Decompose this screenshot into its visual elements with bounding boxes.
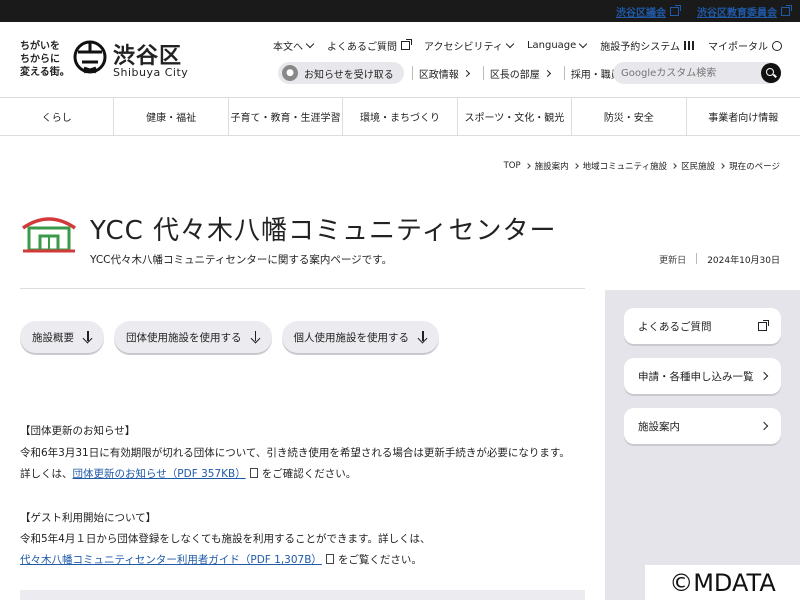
search-icon[interactable]: [761, 63, 781, 83]
arrow-down-icon: [252, 331, 260, 343]
nav-environment-town[interactable]: 環境・まちづくり: [342, 98, 456, 135]
divider: [696, 253, 698, 264]
sidebar-facility-guide-button[interactable]: 施設案内: [624, 408, 781, 444]
chevron-down-icon: [305, 39, 315, 49]
anchor-overview-button[interactable]: 施設概要: [20, 321, 104, 353]
language-menu[interactable]: Language: [527, 39, 588, 51]
mayor-room-link[interactable]: 区長の部屋: [482, 66, 556, 81]
page-title: YCC 代々木八幡コミュニティセンター: [90, 216, 557, 246]
breadcrumb-community[interactable]: 地域コミュニティ施設: [583, 160, 668, 172]
accessibility-menu[interactable]: アクセシビリティ: [424, 38, 515, 53]
breadcrumb-top[interactable]: TOP: [504, 161, 521, 171]
user-guide-pdf-link[interactable]: 代々木八幡コミュニティセンター利用者ガイド（PDF 1,307B）: [20, 554, 322, 566]
notice-text: 令和6年3月31日に有効期限が切れる団体について、引き続き使用を希望される場合は…: [20, 447, 570, 459]
nav-business[interactable]: 事業者向け情報: [685, 98, 800, 135]
notice-link-line: 代々木八幡コミュニティセンター利用者ガイド（PDF 1,307B） をご覧ください…: [20, 554, 422, 566]
notice-heading: 【団体更新のお知らせ】: [20, 425, 136, 437]
main-nav: くらし 健康・福祉 子育て・教育・生涯学習 環境・まちづくり スポーツ・文化・観…: [0, 98, 800, 136]
nav-health-welfare[interactable]: 健康・福祉: [113, 98, 227, 135]
sidebar-faq-button[interactable]: よくあるご質問: [624, 308, 781, 344]
calendar-icon: [684, 41, 694, 50]
secondary-nav: ● お知らせを受け取る 区政情報 区長の部屋 採用・職員情報: [278, 62, 657, 84]
nav-living[interactable]: くらし: [0, 98, 113, 135]
facility-booking-link[interactable]: 施設予約システム: [600, 38, 694, 53]
chevron-right-icon: [572, 163, 579, 169]
nav-sports-culture[interactable]: スポーツ・文化・観光: [456, 98, 571, 135]
notification-subscribe-button[interactable]: ● お知らせを受け取る: [278, 62, 404, 84]
chevron-right-icon: [719, 163, 725, 169]
chevron-right-icon: [759, 371, 769, 381]
sidebar-applications-button[interactable]: 申請・各種申し込み一覧: [624, 358, 781, 394]
content-block: [20, 590, 585, 600]
municipal-info-link[interactable]: 区政情報: [411, 66, 475, 81]
page-description: YCC代々木八幡コミュニティセンターに関する案内ページです。: [90, 254, 393, 266]
updated-date: 更新日 2024年10月30日: [659, 253, 780, 266]
breadcrumb: TOP 施設案内 地域コミュニティ施設 区民施設 現在のページ: [504, 160, 780, 172]
arrow-down-icon: [84, 331, 92, 343]
sidebar: よくあるご質問 申請・各種申し込み一覧 施設案内: [605, 290, 800, 600]
group-renewal-pdf-link[interactable]: 団体更新のお知らせ（PDF 357KB）: [73, 468, 246, 480]
arrow-down-icon: [419, 331, 427, 343]
document-icon: [325, 554, 334, 564]
logo-tagline[interactable]: ちがいを ちからに 変える街。: [20, 40, 70, 79]
nav-disaster-safety[interactable]: 防災・安全: [571, 98, 685, 135]
chevron-right-icon: [759, 421, 769, 431]
chevron-down-icon: [505, 39, 515, 49]
anchor-nav: 施設概要 団体使用施設を使用する 個人使用施設を使用する: [20, 321, 439, 353]
chevron-right-icon: [543, 69, 551, 77]
search-box: [613, 62, 781, 84]
anchor-group-use-button[interactable]: 団体使用施設を使用する: [114, 321, 272, 353]
bell-icon: ●: [282, 65, 298, 81]
utility-nav: 本文へ よくあるご質問 アクセシビリティ Language 施設予約システム マ…: [273, 38, 782, 53]
chevron-right-icon: [462, 69, 470, 77]
skip-to-content-link[interactable]: 本文へ: [273, 38, 315, 53]
notice-link-line: 詳しくは、団体更新のお知らせ（PDF 357KB） をご確認ください。: [20, 468, 357, 480]
chevron-down-icon: [579, 39, 588, 49]
chevron-right-icon: [671, 163, 677, 169]
divider: [20, 288, 585, 289]
logo-name-en[interactable]: Shibuya City: [113, 66, 188, 79]
external-link-icon: [401, 39, 413, 50]
anchor-individual-use-button[interactable]: 個人使用施設を使用する: [281, 321, 439, 353]
external-link-icon: [670, 4, 681, 16]
shibuya-emblem-icon[interactable]: [72, 38, 108, 76]
building-icon: [22, 217, 76, 253]
breadcrumb-facilities[interactable]: 施設案内: [535, 160, 569, 172]
user-icon: [772, 40, 782, 51]
breadcrumb-current: 現在のページ: [729, 162, 780, 172]
nav-childcare-education[interactable]: 子育て・教育・生涯学習: [227, 98, 342, 135]
chevron-right-icon: [524, 163, 531, 169]
top-bar: 渋谷区議会 渋谷区教育委員会: [0, 0, 800, 22]
external-link-icon: [758, 319, 769, 331]
my-portal-link[interactable]: マイポータル: [708, 38, 782, 53]
document-icon: [249, 468, 258, 478]
search-input[interactable]: [621, 65, 751, 81]
notice-text: 令和5年4月１日から団体登録をしなくても施設を利用することができます。詳しくは、: [20, 533, 431, 545]
board-of-education-link[interactable]: 渋谷区教育委員会: [697, 4, 792, 19]
notice-heading: 【ゲスト利用開始について】: [20, 512, 157, 524]
watermark: ©MDATA: [645, 565, 800, 600]
external-link-icon: [781, 4, 792, 16]
faq-link[interactable]: よくあるご質問: [327, 38, 413, 53]
breadcrumb-civic[interactable]: 区民施設: [681, 160, 715, 172]
site-header: ちがいを ちからに 変える街。 渋谷区 Shibuya City 本文へ よくあ…: [0, 22, 800, 98]
city-council-link[interactable]: 渋谷区議会: [616, 4, 681, 19]
